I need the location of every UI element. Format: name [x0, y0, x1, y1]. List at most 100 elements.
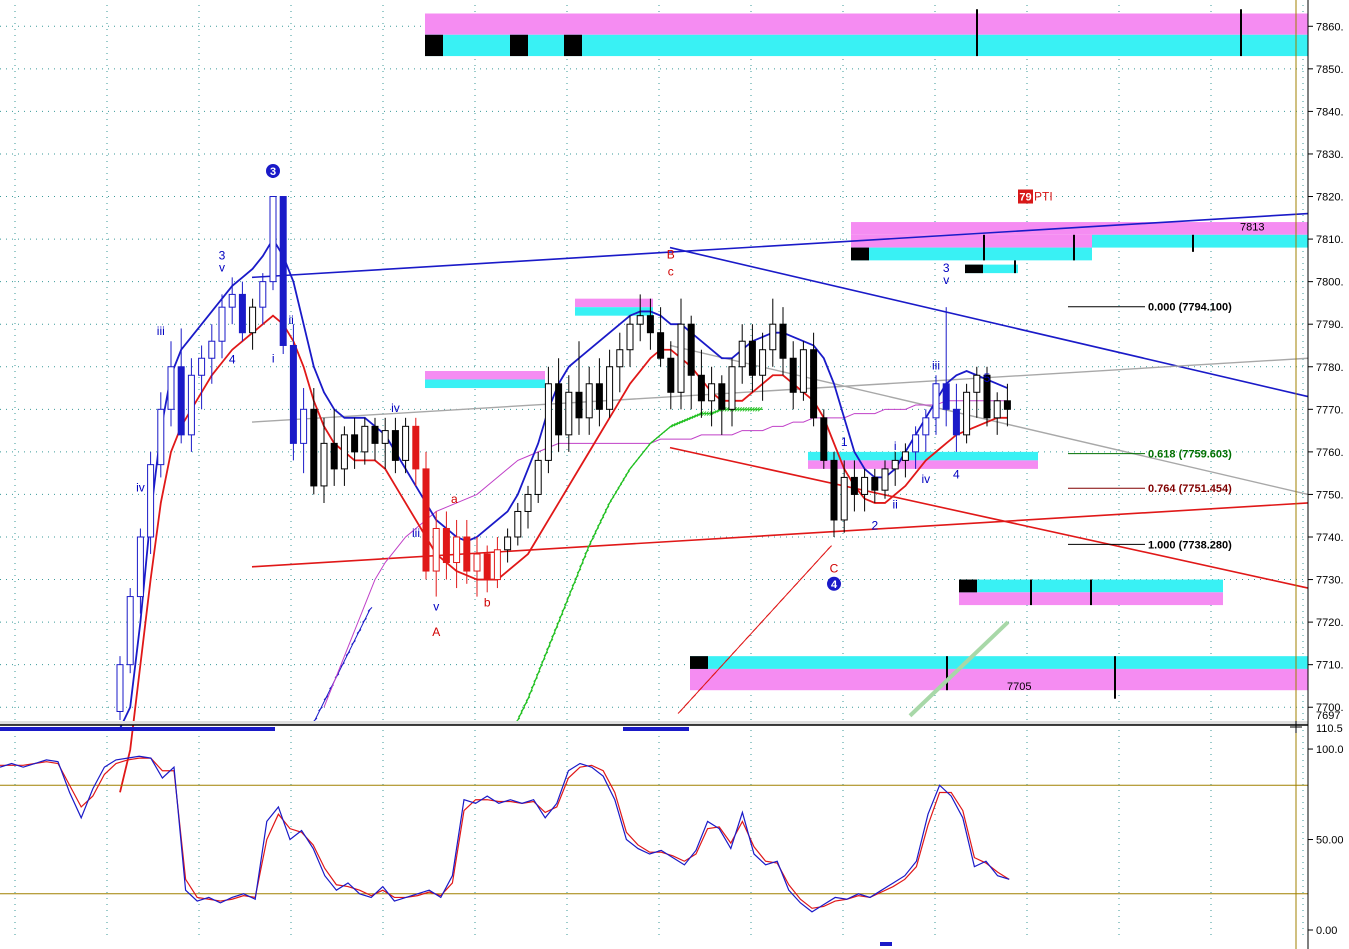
- oscillator-fast-line: [0, 755, 1010, 913]
- red-tick-curve-tick: [745, 634, 751, 640]
- candle-body: [718, 383, 726, 410]
- red-tick-curve-tick: [684, 701, 690, 707]
- green-curve-tick: [517, 712, 523, 718]
- oscillator-top-label: 110.5: [1316, 723, 1343, 735]
- green-curve-tick: [622, 475, 628, 480]
- wave-label: iv: [921, 472, 930, 486]
- price-bottom-label: 7697: [1316, 710, 1340, 722]
- price-tick-label: 7840.: [1316, 106, 1344, 118]
- candle-body: [881, 468, 889, 491]
- candle-body: [300, 408, 308, 444]
- wave-label: i: [272, 352, 275, 366]
- wave-label: B: [667, 248, 675, 262]
- candle-body: [636, 315, 644, 325]
- candle-body: [463, 536, 471, 572]
- candle-body: [759, 349, 767, 376]
- red-tick-curve-tick: [677, 709, 683, 714]
- wave-label: i: [894, 439, 897, 453]
- candle-body: [218, 306, 226, 342]
- candle-body: [820, 417, 828, 461]
- candle-body: [677, 323, 685, 393]
- red-tick-curve-tick: [766, 612, 771, 618]
- wave-label: iv: [391, 401, 400, 415]
- zone-marker: [510, 34, 528, 57]
- circled-wave-label: 3: [270, 166, 276, 178]
- wave-label: iii: [932, 358, 940, 372]
- candle-body: [1003, 400, 1011, 410]
- red-tick-curve-tick: [691, 694, 696, 699]
- candle-body: [555, 383, 563, 436]
- wave-label: C: [830, 561, 839, 575]
- wave-label: iii: [157, 324, 165, 338]
- price-zones: [425, 9, 1308, 699]
- candle-body: [147, 464, 155, 538]
- candle-body: [748, 340, 756, 376]
- candle-body: [687, 323, 695, 376]
- candle-body: [932, 383, 940, 419]
- candle-body: [799, 349, 807, 393]
- candle-body: [259, 281, 267, 308]
- blue-tick-curve-tick: [356, 629, 362, 634]
- green-curve-tick: [619, 479, 625, 485]
- candle-body: [840, 476, 848, 521]
- red-tick-curve-tick: [813, 560, 819, 565]
- price-tick-label: 7850.: [1316, 64, 1344, 76]
- red-tick-curve-tick: [820, 552, 826, 558]
- axis-background: [1308, 0, 1349, 949]
- wave-label: c: [668, 265, 674, 279]
- wave-label: ii: [289, 313, 294, 327]
- wave-label: a: [451, 492, 458, 506]
- candle-body: [330, 442, 338, 470]
- zone-bar: [690, 668, 1308, 691]
- zone-marker: [690, 656, 708, 669]
- candle-body: [289, 344, 297, 444]
- wave-label: v: [943, 273, 949, 287]
- price-tick-label: 7770.: [1316, 404, 1344, 416]
- zone-bar: [575, 298, 653, 308]
- oscillator-signal-bar: [623, 727, 689, 731]
- grid-lines: [0, 5, 1308, 940]
- price-tick-label: 7760.: [1316, 447, 1344, 459]
- candle-body: [769, 323, 777, 351]
- candle-body: [391, 430, 399, 461]
- trend-lines: [251, 212, 1309, 718]
- candle-body: [340, 434, 348, 470]
- zone-bar: [851, 234, 1092, 248]
- zone-bar: [690, 656, 1308, 669]
- red-tick-curve-tick: [800, 575, 805, 580]
- candle-body: [534, 459, 542, 495]
- candle-body: [371, 425, 379, 444]
- red-tick-curve-tick: [732, 649, 737, 655]
- wave-label: iv: [136, 480, 145, 494]
- wave-label: v: [219, 260, 225, 274]
- candle-body: [646, 315, 654, 334]
- price-tick-label: 7810.: [1316, 234, 1344, 246]
- candle-body: [861, 476, 869, 495]
- candle-body: [585, 383, 593, 419]
- candle-body: [606, 366, 614, 410]
- red-tick-curve-tick: [827, 545, 832, 550]
- green-curve-tick: [625, 470, 630, 476]
- red-tick-curve-tick: [806, 567, 812, 573]
- price-tick-label: 7830.: [1316, 149, 1344, 161]
- candle-body: [493, 549, 501, 581]
- candle-body: [830, 459, 838, 521]
- green-curve-tick: [589, 537, 595, 543]
- candle-body: [901, 451, 909, 461]
- wave-label: A: [432, 625, 440, 639]
- price-tick-label: 7820.: [1316, 192, 1344, 204]
- green-curve-tick: [617, 483, 623, 489]
- fib-label: 0.618 (7759.603): [1148, 449, 1232, 461]
- candle-body: [238, 293, 246, 334]
- green-curve-tick: [597, 521, 602, 527]
- wave-label: ii: [893, 497, 898, 511]
- wave-label: 1: [841, 435, 848, 449]
- red-tick-curve-tick: [786, 589, 792, 595]
- oscillator-slow-line: [0, 757, 1010, 909]
- fib-label: 0.000 (7794.100): [1148, 302, 1232, 314]
- green-curve-tick: [612, 492, 618, 497]
- oscillator-signal-bar: [0, 727, 275, 731]
- wave-label: 5: [984, 371, 991, 385]
- blue-tick-curve-tick: [345, 651, 351, 656]
- wave-label: 4: [953, 468, 960, 482]
